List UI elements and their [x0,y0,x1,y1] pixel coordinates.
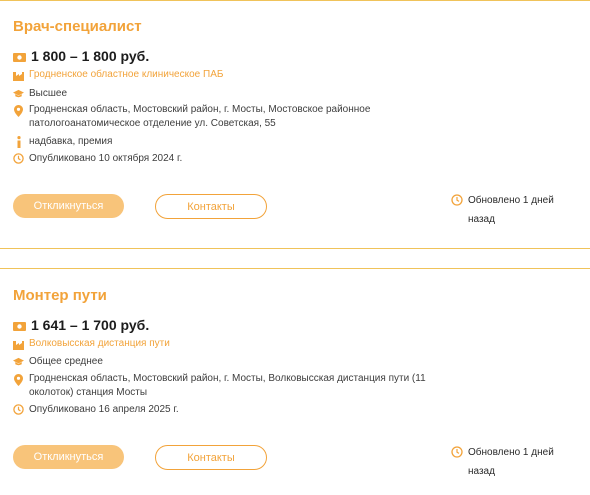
clock-icon [451,446,463,458]
updated-info: Обновлено 1 дней назад [451,443,578,481]
vacancy-title[interactable]: Монтер пути [13,287,107,304]
salary: 1 800 – 1 800 руб. [31,48,150,64]
employer-row: Волковысская дистанция пути [13,338,170,351]
address: Гродненская область, Мостовский район, г… [29,104,371,129]
location-pin-icon [13,104,24,117]
education: Общее среднее [29,356,103,367]
updated-text: Обновлено 1 дней назад [468,447,554,477]
contacts-button[interactable]: Контакты [155,445,267,470]
published-row: Опубликовано 16 апреля 2025 г. [13,403,179,417]
apply-button[interactable]: Откликнуться [13,445,124,469]
published-row: Опубликовано 10 октября 2024 г. [13,152,182,166]
address: Гродненская область, Мостовский район, г… [29,373,426,398]
clock-icon [13,152,24,165]
building-icon [13,69,24,82]
vacancy-title[interactable]: Врач-специалист [13,18,142,35]
clock-icon [451,194,463,206]
apply-button[interactable]: Откликнуться [13,194,124,218]
salary: 1 641 – 1 700 руб. [31,317,150,333]
card-divider [0,248,590,249]
updated-text: Обновлено 1 дней назад [468,195,554,225]
extra-conditions: надбавка, премия [29,136,113,147]
clock-icon [13,403,24,416]
building-icon [13,338,24,351]
address-row: Гродненская область, Мостовский район, г… [13,372,449,400]
graduation-cap-icon [13,87,24,100]
employer-link[interactable]: Волковысская дистанция пути [29,338,170,349]
education-row: Общее среднее [13,355,103,369]
published-date: Опубликовано 10 октября 2024 г. [29,153,183,164]
money-icon [13,320,26,333]
employer-row: Гродненское областное клиническое ПАБ [13,69,223,82]
published-date: Опубликовано 16 апреля 2025 г. [29,404,179,415]
address-row: Гродненская область, Мостовский район, г… [13,103,449,131]
top-divider [0,0,590,1]
graduation-cap-icon [13,355,24,368]
updated-info: Обновлено 1 дней назад [451,191,578,229]
money-icon [13,51,26,64]
salary-row: 1 641 – 1 700 руб. [13,317,149,333]
location-pin-icon [13,373,24,386]
info-icon [13,135,24,148]
education-row: Высшее [13,87,67,101]
contacts-button[interactable]: Контакты [155,194,267,219]
employer-link[interactable]: Гродненское областное клиническое ПАБ [29,69,223,80]
salary-row: 1 800 – 1 800 руб. [13,48,149,64]
education: Высшее [29,88,68,99]
extra-row: надбавка, премия [13,135,112,149]
card-divider [0,268,590,269]
